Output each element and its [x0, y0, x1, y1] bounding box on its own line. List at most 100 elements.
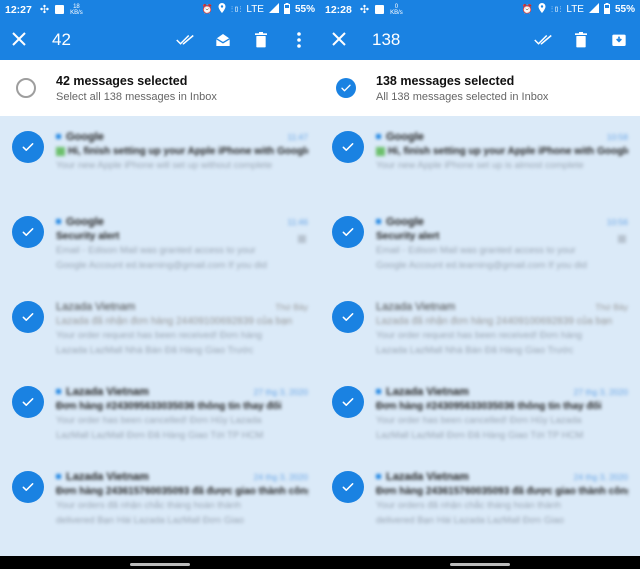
email-row[interactable]: Lazada Vietnam 24 thg 3, 2020 Đơn hàng 243…	[0, 456, 320, 541]
notification-square-icon	[375, 5, 385, 14]
email-row[interactable]: Lazada Vietnam Thứ Bảy Lazada đã nhận đơn …	[0, 286, 320, 371]
email-content: Lazada Vietnam Thứ Bảy Lazada đã nhận đơn …	[376, 300, 628, 357]
email-row[interactable]: Google 11:46 Security alert Email - Edison …	[0, 201, 320, 286]
network-speed-unit: KB/s	[390, 9, 403, 16]
email-header: Lazada Vietnam Thứ Bảy	[376, 300, 628, 313]
status-time: 12:28	[325, 3, 352, 16]
selection-title: 42 messages selected	[56, 73, 188, 88]
selected-check-icon[interactable]	[332, 216, 364, 248]
selected-check-icon[interactable]	[12, 471, 44, 503]
email-subject-line: Hi, finish setting up your Apple iPhone …	[376, 146, 628, 157]
email-subject-line: Đơn hàng 243615760035093 đã được giao th…	[376, 486, 628, 497]
email-content: Lazada Vietnam 27 thg 3, 2020 Đơn hàng #24…	[376, 385, 628, 442]
close-selection-button[interactable]	[12, 30, 34, 50]
email-sender: Lazada Vietnam	[66, 385, 149, 398]
email-sender: Google	[386, 215, 424, 228]
email-sender: Google	[66, 215, 104, 228]
email-preview-line1: Email - Edison Mail was granted access t…	[376, 245, 576, 256]
email-subject-line: Security alert	[376, 231, 628, 242]
selected-count: 42	[52, 29, 71, 49]
status-time: 12:27	[5, 3, 32, 16]
email-row[interactable]: Google 10:56 Security alert Email - Edison …	[320, 201, 640, 286]
email-row[interactable]: Lazada Vietnam 27 thg 3, 2020 Đơn hàng #24…	[320, 371, 640, 456]
system-nav-bar	[320, 556, 640, 569]
email-sender: Lazada Vietnam	[386, 470, 469, 483]
delete-icon[interactable]	[572, 31, 590, 49]
select-all-bar[interactable]: 42 messages selected Select all 138 messa…	[0, 60, 320, 116]
email-row[interactable]: Lazada Vietnam Thứ Bảy Lazada đã nhận đơn …	[320, 286, 640, 371]
network-type: LTE	[246, 4, 264, 15]
email-row[interactable]: Lazada Vietnam 27 thg 3, 2020 Đơn hàng #24…	[0, 371, 320, 456]
pinwheel-icon: ✣	[39, 4, 50, 16]
email-row[interactable]: Lazada Vietnam 24 thg 3, 2020 Đơn hàng 243…	[320, 456, 640, 541]
selection-subtitle: Select all 138 messages in Inbox	[56, 90, 217, 103]
selected-check-icon[interactable]	[12, 131, 44, 163]
email-preview-line1: Your new Apple iPhone set up is almost c…	[376, 160, 584, 171]
selected-check-icon[interactable]	[332, 301, 364, 333]
email-date: 27 thg 3, 2020	[253, 386, 308, 397]
battery-percent: 55%	[294, 4, 315, 15]
mark-read-icon[interactable]	[176, 31, 194, 49]
email-header: Lazada Vietnam Thứ Bảy	[56, 300, 308, 313]
email-sender: Lazada Vietnam	[386, 385, 469, 398]
email-preview-line1: Your order request has been received! Đơ…	[56, 330, 263, 341]
network-speed: 18 KB/s	[70, 4, 83, 16]
selected-check-icon[interactable]	[12, 386, 44, 418]
email-list: Google 11:47 Hi, finish setting up your Ap…	[0, 116, 320, 541]
email-content: Google 10:56 Security alert Email - Edison …	[376, 215, 628, 272]
email-preview-line2: delivered Bạn Hài Lazada LazMall Đơn Gia…	[376, 515, 564, 526]
email-header: Google 11:47	[56, 130, 308, 143]
email-subject-line: Đơn hàng 243615760035093 đã được giao th…	[56, 486, 308, 497]
pinwheel-icon: ✣	[359, 4, 370, 16]
selected-check-icon[interactable]	[12, 301, 44, 333]
status-right-icons: ⏰ ⫶▯⫶ LTE 55%	[522, 2, 635, 17]
email-date: Thứ Bảy	[595, 301, 628, 312]
email-date: 11:46	[287, 216, 308, 227]
tag-icon	[376, 147, 385, 156]
email-sender: Lazada Vietnam	[66, 470, 149, 483]
email-subject-line: Lazada đã nhận đơn hàng 24409100692839 c…	[376, 316, 628, 327]
selection-subtitle: All 138 messages selected in Inbox	[376, 90, 549, 103]
unread-dot-icon	[56, 219, 61, 224]
select-all-checkbox[interactable]	[336, 78, 356, 98]
email-sender: Google	[386, 130, 424, 143]
email-subject-line: Đơn hàng #243095633035036 thông tin thay…	[56, 401, 308, 412]
screenshots-container: 12:27 ✣ 18 KB/s ⏰ ⫶▯⫶ LTE 55% 42 42 messages sele…	[0, 0, 640, 569]
home-gesture-pill[interactable]	[130, 563, 190, 566]
selected-check-icon[interactable]	[332, 131, 364, 163]
home-gesture-pill[interactable]	[450, 563, 510, 566]
select-all-checkbox[interactable]	[16, 78, 36, 98]
email-date: 10:56	[606, 216, 628, 227]
email-row[interactable]: Google 10:58 Hi, finish setting up your Ap…	[320, 116, 640, 201]
delete-icon[interactable]	[252, 31, 270, 49]
attachment-icon	[298, 235, 306, 243]
toolbar-actions	[534, 31, 628, 49]
mark-unread-icon[interactable]	[214, 31, 232, 49]
location-icon	[218, 3, 226, 16]
selected-check-icon[interactable]	[12, 216, 44, 248]
network-speed: 0 KB/s	[390, 4, 403, 16]
status-left-icons: ✣ 0 KB/s	[359, 3, 403, 17]
email-subject-line: Đơn hàng #243095633035036 thông tin thay…	[376, 401, 628, 412]
vibrate-icon: ⫶▯⫶	[550, 4, 562, 14]
alarm-icon: ⏰	[201, 4, 213, 14]
move-to-inbox-icon[interactable]	[610, 31, 628, 49]
email-subject: Security alert	[56, 231, 120, 242]
battery-percent: 55%	[614, 4, 635, 15]
select-all-bar[interactable]: 138 messages selected All 138 messages se…	[320, 60, 640, 116]
email-row[interactable]: Google 11:47 Hi, finish setting up your Ap…	[0, 116, 320, 201]
email-preview-line1: Your order has been cancelled! Đơn Hủy L…	[376, 415, 582, 426]
email-preview-line1: Email - Edison Mail was granted access t…	[56, 245, 256, 256]
vibrate-icon: ⫶▯⫶	[230, 4, 242, 14]
email-header: Lazada Vietnam 24 thg 3, 2020	[56, 470, 308, 483]
email-subject: Hi, finish setting up your Apple iPhone …	[68, 146, 308, 157]
email-sender: Lazada Vietnam	[56, 300, 136, 313]
selected-check-icon[interactable]	[332, 386, 364, 418]
email-subject: Đơn hàng 243615760035093 đã được giao th…	[56, 486, 308, 497]
email-content: Lazada Vietnam 24 thg 3, 2020 Đơn hàng 243…	[376, 470, 628, 527]
close-selection-button[interactable]	[332, 30, 354, 50]
mark-read-icon[interactable]	[534, 31, 552, 49]
selection-toolbar: 42	[0, 19, 320, 60]
more-icon[interactable]	[290, 31, 308, 49]
selected-check-icon[interactable]	[332, 471, 364, 503]
